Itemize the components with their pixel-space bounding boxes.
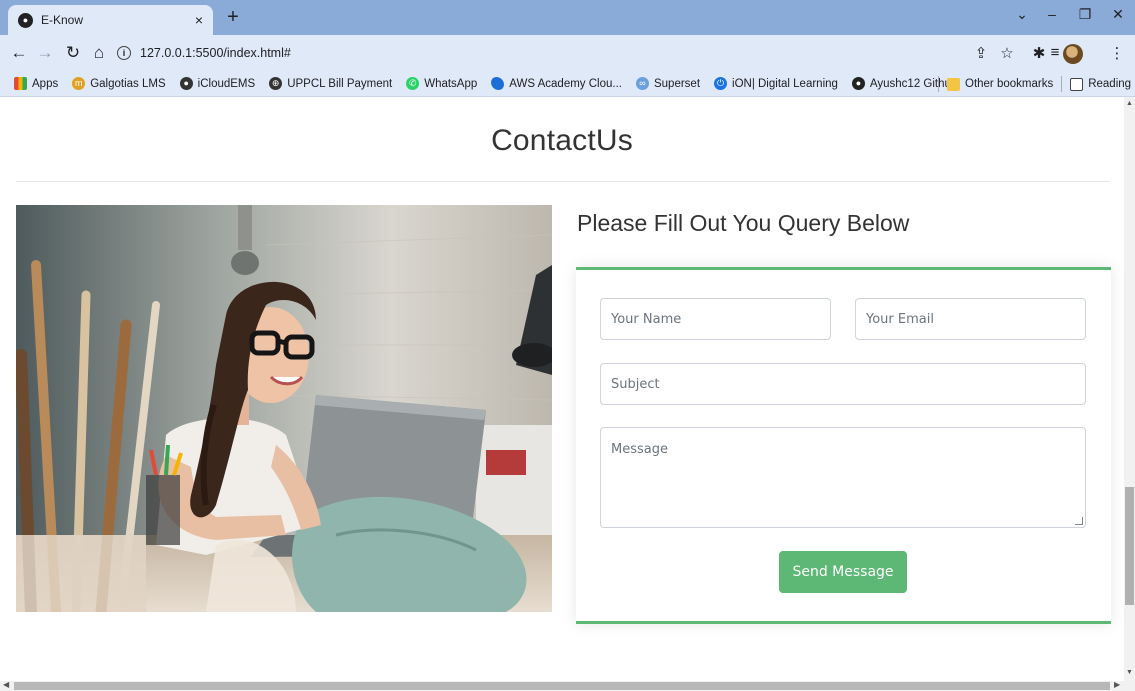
aws-cloud-icon	[491, 77, 505, 90]
share-icon[interactable]: ⇪	[972, 44, 990, 62]
horizontal-scrollbar[interactable]: ◀ ▶	[0, 680, 1135, 691]
horizontal-scroll-thumb[interactable]	[14, 682, 1110, 690]
url-text: 127.0.0.1:5500/index.html#	[140, 46, 291, 60]
reading-list-icon	[1070, 77, 1084, 91]
restore-icon[interactable]: ❐	[1075, 6, 1095, 23]
bookmarks-separator	[938, 76, 939, 92]
menu-kebab-icon[interactable]: ⋮	[1108, 44, 1126, 62]
reading-list[interactable]: Reading list	[1070, 77, 1135, 91]
bookmark-galgotias-lms[interactable]: m Galgotias LMS	[72, 77, 166, 90]
email-input[interactable]: Your Email	[855, 298, 1086, 340]
new-tab-button[interactable]: +	[222, 6, 244, 29]
reload-icon[interactable]: ↻	[62, 43, 84, 63]
scroll-left-icon[interactable]: ◀	[3, 680, 9, 689]
bookmark-ion[interactable]: ⏻ iON| Digital Learning	[714, 77, 838, 90]
name-input[interactable]: Your Name	[600, 298, 831, 340]
address-bar[interactable]: i 127.0.0.1:5500/index.html#	[117, 41, 957, 65]
tab-e-know[interactable]: ● E-Know ×	[8, 5, 213, 35]
bookmarks-separator	[1061, 76, 1063, 92]
globe-icon: ⊕	[269, 77, 283, 90]
back-icon[interactable]: ←	[8, 43, 30, 63]
reading-mode-icon[interactable]: ≡	[1046, 44, 1064, 61]
toolbar: ← → ↻ ⌂ i 127.0.0.1:5500/index.html# ⇪ ☆…	[0, 35, 1135, 71]
home-icon[interactable]: ⌂	[88, 43, 110, 63]
forward-icon[interactable]: →	[34, 43, 56, 63]
vertical-scroll-thumb[interactable]	[1125, 487, 1134, 605]
send-message-button[interactable]: Send Message	[779, 551, 907, 593]
bookmark-icloudems[interactable]: ● iCloudEMS	[179, 77, 255, 90]
profile-avatar[interactable]	[1063, 44, 1083, 64]
scroll-right-icon[interactable]: ▶	[1114, 680, 1120, 689]
apps-grid-icon	[14, 77, 27, 90]
contact-form: Your Name Your Email Subject Message Sen…	[576, 267, 1111, 624]
bookmark-whatsapp[interactable]: ✆ WhatsApp	[406, 77, 477, 90]
bookmark-other[interactable]: Other bookmarks	[947, 77, 1053, 91]
bookmark-uppcl[interactable]: ⊕ UPPCL Bill Payment	[269, 77, 392, 90]
bookmark-star-icon[interactable]: ☆	[998, 44, 1016, 62]
close-window-icon[interactable]: ✕	[1108, 6, 1128, 23]
tab-title: E-Know	[41, 13, 84, 27]
site-info-icon[interactable]: i	[117, 46, 131, 60]
resize-handle-icon[interactable]	[1075, 517, 1083, 525]
ion-power-icon: ⏻	[714, 77, 728, 90]
tab-strip: ● E-Know × + ⌄ – ❐ ✕	[0, 0, 1135, 35]
chrome-globe-icon: ●	[179, 77, 193, 90]
whatsapp-icon: ✆	[406, 77, 420, 90]
tab-favicon-icon: ●	[18, 12, 33, 28]
galgotias-icon: m	[72, 77, 86, 90]
section-divider	[16, 181, 1110, 182]
bookmark-apps[interactable]: Apps	[14, 77, 58, 90]
superset-icon: ∞	[635, 77, 649, 90]
github-icon: ●	[851, 77, 865, 90]
minimize-icon[interactable]: –	[1042, 6, 1062, 22]
page-viewport: ContactUs Please Fill Out You Query Belo…	[0, 97, 1124, 681]
tab-close-icon[interactable]: ×	[195, 12, 203, 28]
page-title: ContactUs	[491, 124, 633, 157]
bookmarks-bar: Apps m Galgotias LMS ● iCloudEMS ⊕ UPPCL…	[0, 71, 1135, 97]
message-textarea[interactable]: Message	[600, 427, 1086, 528]
folder-icon	[947, 77, 960, 91]
scroll-down-icon[interactable]: ▼	[1124, 669, 1135, 676]
scroll-up-icon[interactable]: ▲	[1124, 100, 1135, 107]
vertical-scrollbar[interactable]: ▲ ▼	[1124, 97, 1135, 681]
bookmark-superset[interactable]: ∞ Superset	[635, 77, 700, 90]
tab-search-chevron-icon[interactable]: ⌄	[1012, 6, 1032, 23]
bookmark-aws-academy[interactable]: AWS Academy Clou...	[491, 77, 622, 90]
form-subheading: Please Fill Out You Query Below	[577, 210, 910, 236]
contact-photo	[16, 205, 552, 612]
message-placeholder: Message	[611, 442, 668, 457]
subject-input[interactable]: Subject	[600, 363, 1086, 405]
